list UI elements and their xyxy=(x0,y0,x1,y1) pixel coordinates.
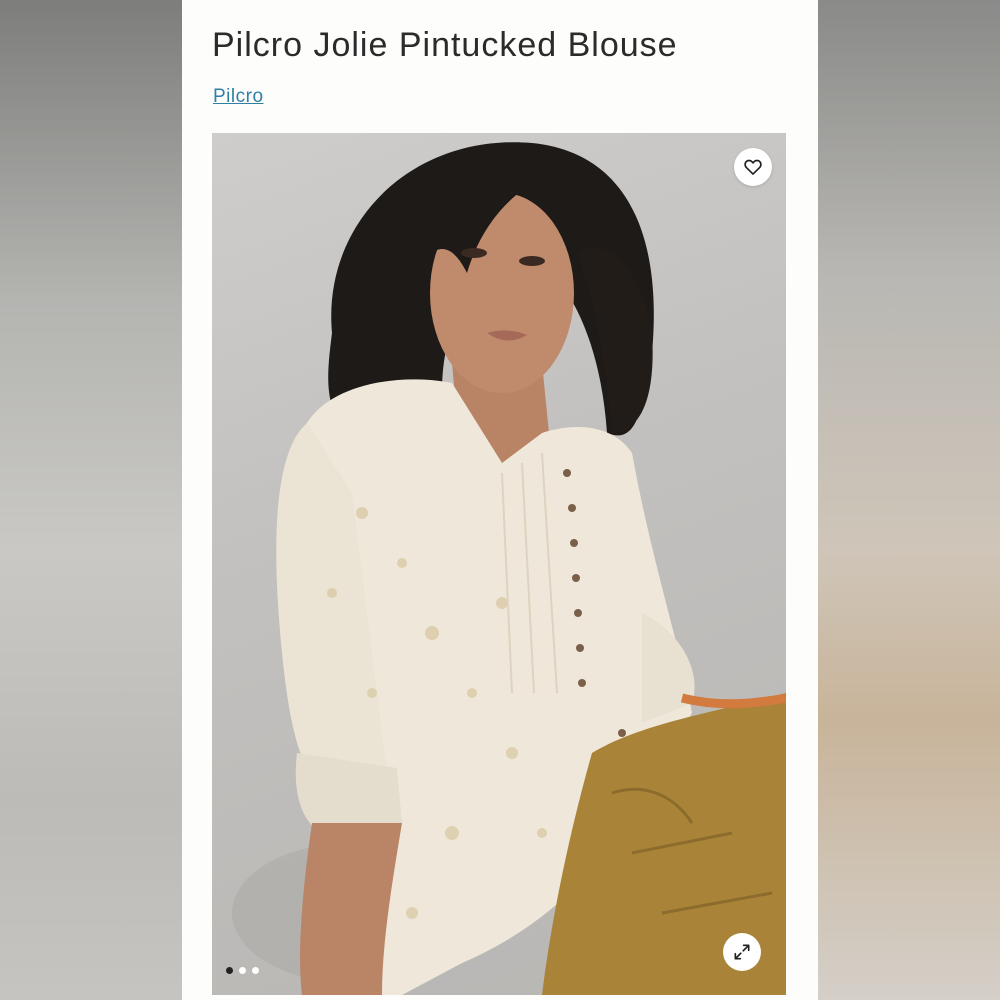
product-image-gallery[interactable] xyxy=(212,133,786,995)
expand-diagonal-arrows-icon xyxy=(734,944,750,960)
gallery-dot[interactable] xyxy=(239,967,246,974)
product-title: Pilcro Jolie Pintucked Blouse xyxy=(212,26,678,64)
favorite-button[interactable] xyxy=(734,148,772,186)
gallery-dot[interactable] xyxy=(252,967,259,974)
backdrop-left xyxy=(0,0,182,1000)
backdrop-right xyxy=(818,0,1000,1000)
product-card: Pilcro Jolie Pintucked Blouse Pilcro xyxy=(182,0,818,1000)
brand-link[interactable]: Pilcro xyxy=(213,86,264,108)
heart-outline-icon xyxy=(744,159,762,175)
gallery-dot[interactable] xyxy=(226,967,233,974)
expand-image-button[interactable] xyxy=(723,933,761,971)
gallery-pagination xyxy=(226,967,259,974)
product-photo xyxy=(232,142,786,995)
